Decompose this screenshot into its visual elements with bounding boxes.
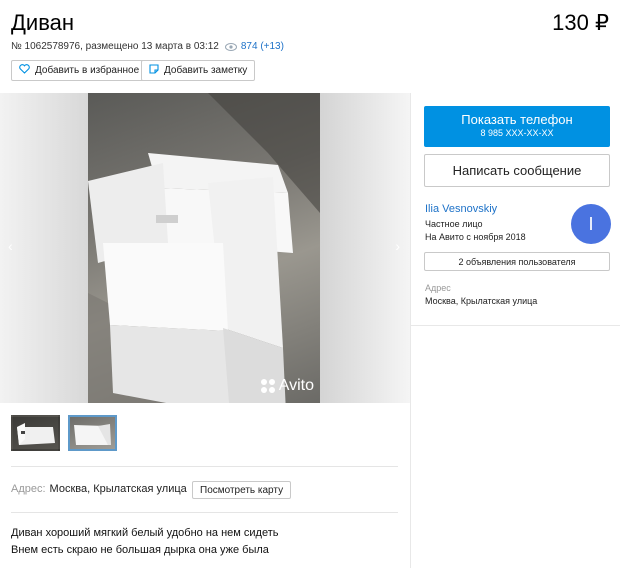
divider xyxy=(411,325,620,326)
avatar[interactable]: I xyxy=(571,204,611,244)
heart-icon xyxy=(19,64,30,77)
address-row: Адрес: Москва, Крылатская улица xyxy=(11,483,187,495)
view-map-button[interactable]: Посмотреть карту xyxy=(192,481,292,499)
add-to-favorites-button[interactable]: Добавить в избранное xyxy=(11,60,148,81)
avito-watermark: Avito xyxy=(260,377,314,395)
listing-meta: № 1062578976, размещено 13 марта в 03:12… xyxy=(11,41,284,52)
thumbnail-strip xyxy=(11,415,117,451)
show-phone-button[interactable]: Показать телефон 8 985 XXX-XX-XX xyxy=(424,106,610,147)
add-note-label: Добавить заметку xyxy=(164,65,248,76)
avito-logo-icon xyxy=(260,379,275,393)
address-value: Москва, Крылатская улица xyxy=(49,483,187,495)
thumbnail-2[interactable] xyxy=(68,415,117,451)
write-message-button[interactable]: Написать сообщение xyxy=(424,154,610,187)
views-count: 874 (+13) xyxy=(240,41,284,52)
views-counter: 874 (+13) xyxy=(224,41,284,52)
watermark-text: Avito xyxy=(278,377,314,394)
description-line: Диван хороший мягкий белый удобно на нем… xyxy=(11,527,279,539)
seller-type: Частное лицо xyxy=(425,219,483,229)
thumbnail-1[interactable] xyxy=(11,415,60,451)
note-icon xyxy=(149,64,159,77)
address-label: Адрес: xyxy=(11,483,46,495)
seller-since: На Авито с ноября 2018 xyxy=(425,232,526,242)
divider xyxy=(11,512,398,513)
add-to-favorites-label: Добавить в избранное xyxy=(35,65,140,76)
sofa-thumbnail-illustration xyxy=(74,424,111,445)
main-photo[interactable] xyxy=(88,93,320,403)
sidebar-address-value: Москва, Крылатская улица xyxy=(425,296,538,306)
photo-gallery[interactable]: ‹ › Avito xyxy=(0,93,410,403)
listing-description: Диван хороший мягкий белый удобно на нем… xyxy=(11,525,278,559)
eye-icon xyxy=(224,42,237,51)
listing-id-date: № 1062578976, размещено 13 марта в 03:12 xyxy=(11,41,219,52)
add-note-button[interactable]: Добавить заметку xyxy=(141,60,256,81)
next-photo-button[interactable]: › xyxy=(395,238,400,254)
listing-price: 130 ₽ xyxy=(552,10,609,35)
masked-phone-number: 8 985 XXX-XX-XX xyxy=(480,128,554,138)
divider xyxy=(11,466,398,467)
sidebar-address-label: Адрес xyxy=(425,283,451,293)
sofa-photo-illustration xyxy=(88,93,320,403)
show-phone-label: Показать телефон xyxy=(461,112,573,127)
description-line: Внем есть скраю не большая дырка она уже… xyxy=(11,544,269,556)
sofa-thumbnail-illustration xyxy=(17,423,55,445)
gallery-blur-left xyxy=(0,93,88,403)
seller-name-link[interactable]: Ilia Vesnovskiy xyxy=(425,203,497,215)
prev-photo-button[interactable]: ‹ xyxy=(8,238,13,254)
seller-ads-button[interactable]: 2 объявления пользователя xyxy=(424,252,610,271)
listing-title: Диван xyxy=(11,10,75,35)
